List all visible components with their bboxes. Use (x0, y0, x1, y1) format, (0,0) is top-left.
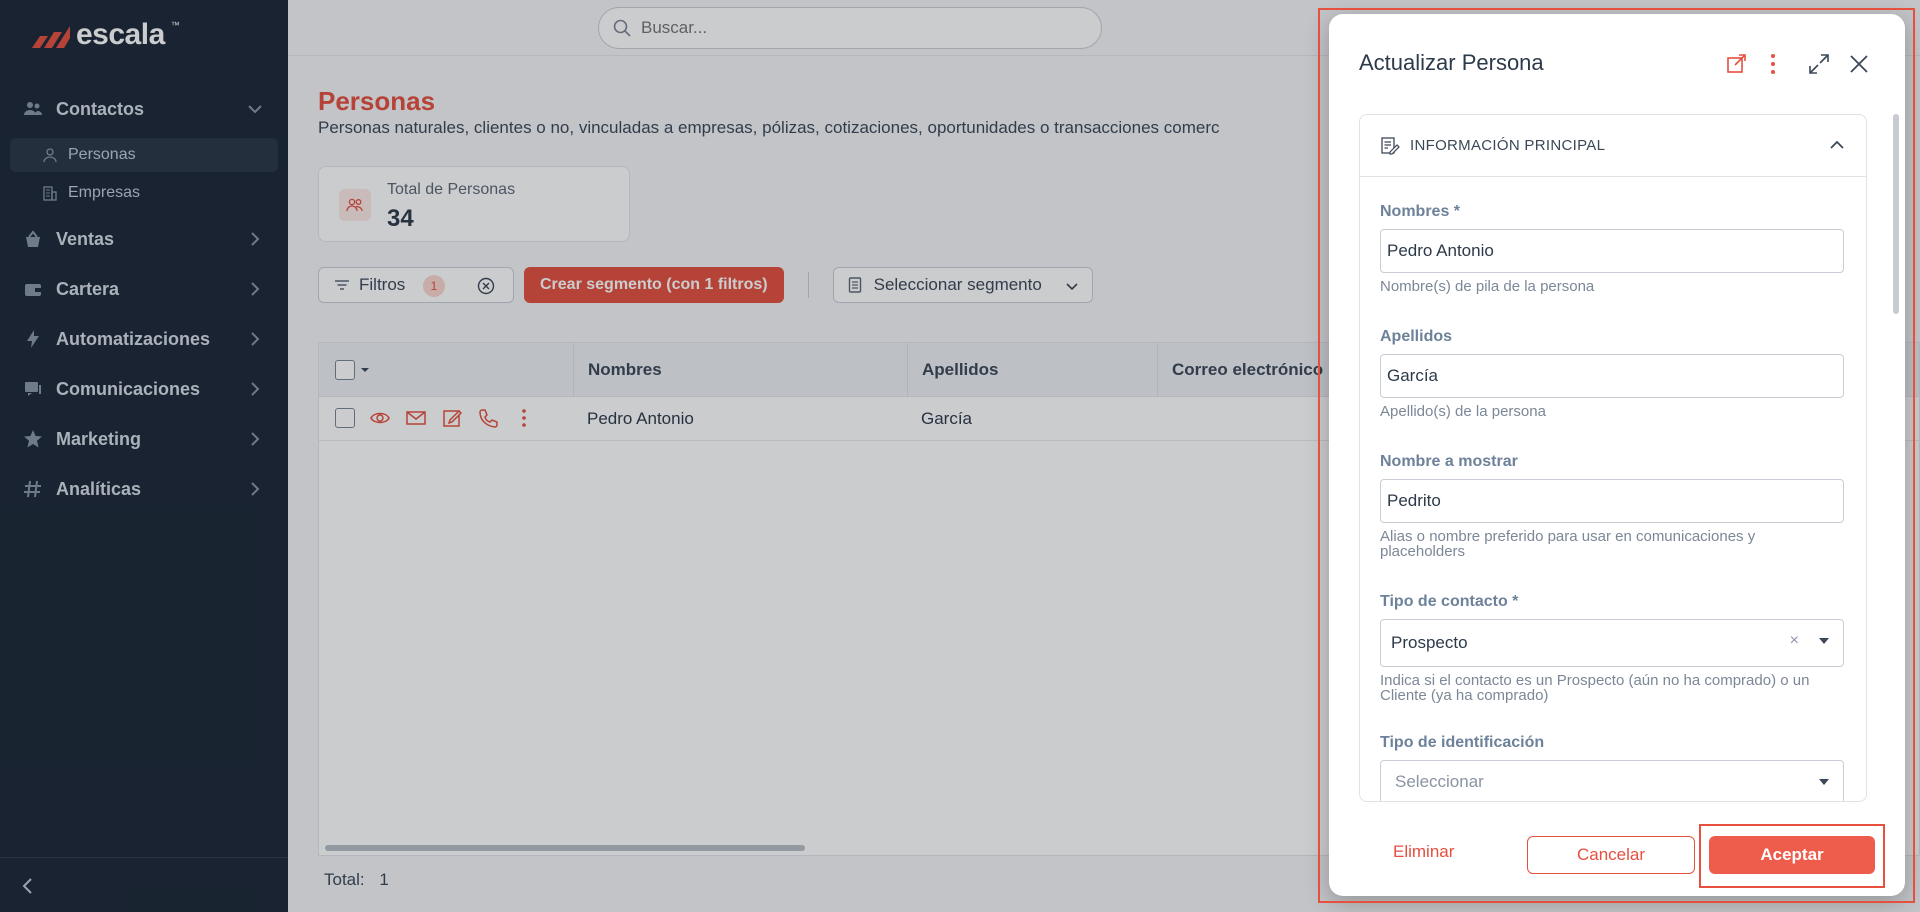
accept-button[interactable]: Aceptar (1709, 836, 1875, 874)
caret-down-icon (1819, 638, 1829, 644)
nombres-input[interactable]: Pedro Antonio (1380, 229, 1844, 273)
more-vertical-icon[interactable] (1761, 52, 1785, 76)
field-hint: Alias o nombre preferido para usar en co… (1380, 528, 1756, 560)
field-hint: Nombre(s) de pila de la persona (1380, 278, 1595, 295)
input-value: García (1387, 366, 1439, 385)
field-tipo-contacto: Tipo de contacto * Prospecto × Indica si… (1380, 593, 1844, 703)
caret-down-icon (1819, 779, 1829, 785)
field-hint: Apellido(s) de la persona (1380, 403, 1546, 420)
field-apellidos: Apellidos García Apellido(s) de la perso… (1380, 328, 1844, 419)
expand-icon[interactable] (1807, 52, 1831, 76)
field-label: Nombre a mostrar (1380, 453, 1518, 470)
main-info-section: INFORMACIÓN PRINCIPAL Nombres * Pedro An… (1359, 114, 1867, 802)
clear-selection-icon[interactable]: × (1790, 632, 1799, 650)
delete-button[interactable]: Eliminar (1393, 842, 1454, 862)
section-title: INFORMACIÓN PRINCIPAL (1410, 137, 1606, 154)
input-value: Pedro Antonio (1387, 241, 1494, 260)
cancel-button[interactable]: Cancelar (1527, 836, 1695, 874)
modal-footer: Eliminar Cancelar Aceptar (1329, 814, 1905, 896)
field-label: Apellidos (1380, 328, 1453, 345)
field-label: Tipo de identificación (1380, 734, 1545, 751)
tipo-contacto-select[interactable]: Prospecto × (1380, 619, 1844, 667)
update-person-modal: Actualizar Persona INFORMACIÓN PRINCIPAL… (1329, 14, 1905, 896)
edit-document-icon (1381, 136, 1400, 155)
select-value: Prospecto (1391, 633, 1468, 652)
nombre-mostrar-input[interactable]: Pedrito (1380, 479, 1844, 523)
open-external-icon[interactable] (1725, 52, 1749, 76)
vertical-scrollbar[interactable] (1893, 114, 1899, 314)
tipo-identificacion-select[interactable]: Seleccionar (1380, 760, 1844, 801)
field-tipo-identificacion: Tipo de identificación Seleccionar (1380, 734, 1844, 801)
chevron-up-icon[interactable] (1828, 136, 1846, 154)
field-nombres: Nombres * Pedro Antonio Nombre(s) de pil… (1380, 203, 1844, 294)
field-label: Nombres * (1380, 203, 1461, 220)
field-hint: Indica si el contacto es un Prospecto (a… (1380, 672, 1810, 704)
field-nombre-mostrar: Nombre a mostrar Pedrito Alias o nombre … (1380, 453, 1844, 559)
close-icon[interactable] (1847, 52, 1871, 76)
section-header[interactable]: INFORMACIÓN PRINCIPAL (1360, 115, 1866, 177)
field-label: Tipo de contacto * (1380, 593, 1519, 610)
select-placeholder: Seleccionar (1395, 772, 1484, 791)
modal-title: Actualizar Persona (1359, 50, 1544, 75)
input-value: Pedrito (1387, 491, 1441, 510)
apellidos-input[interactable]: García (1380, 354, 1844, 398)
